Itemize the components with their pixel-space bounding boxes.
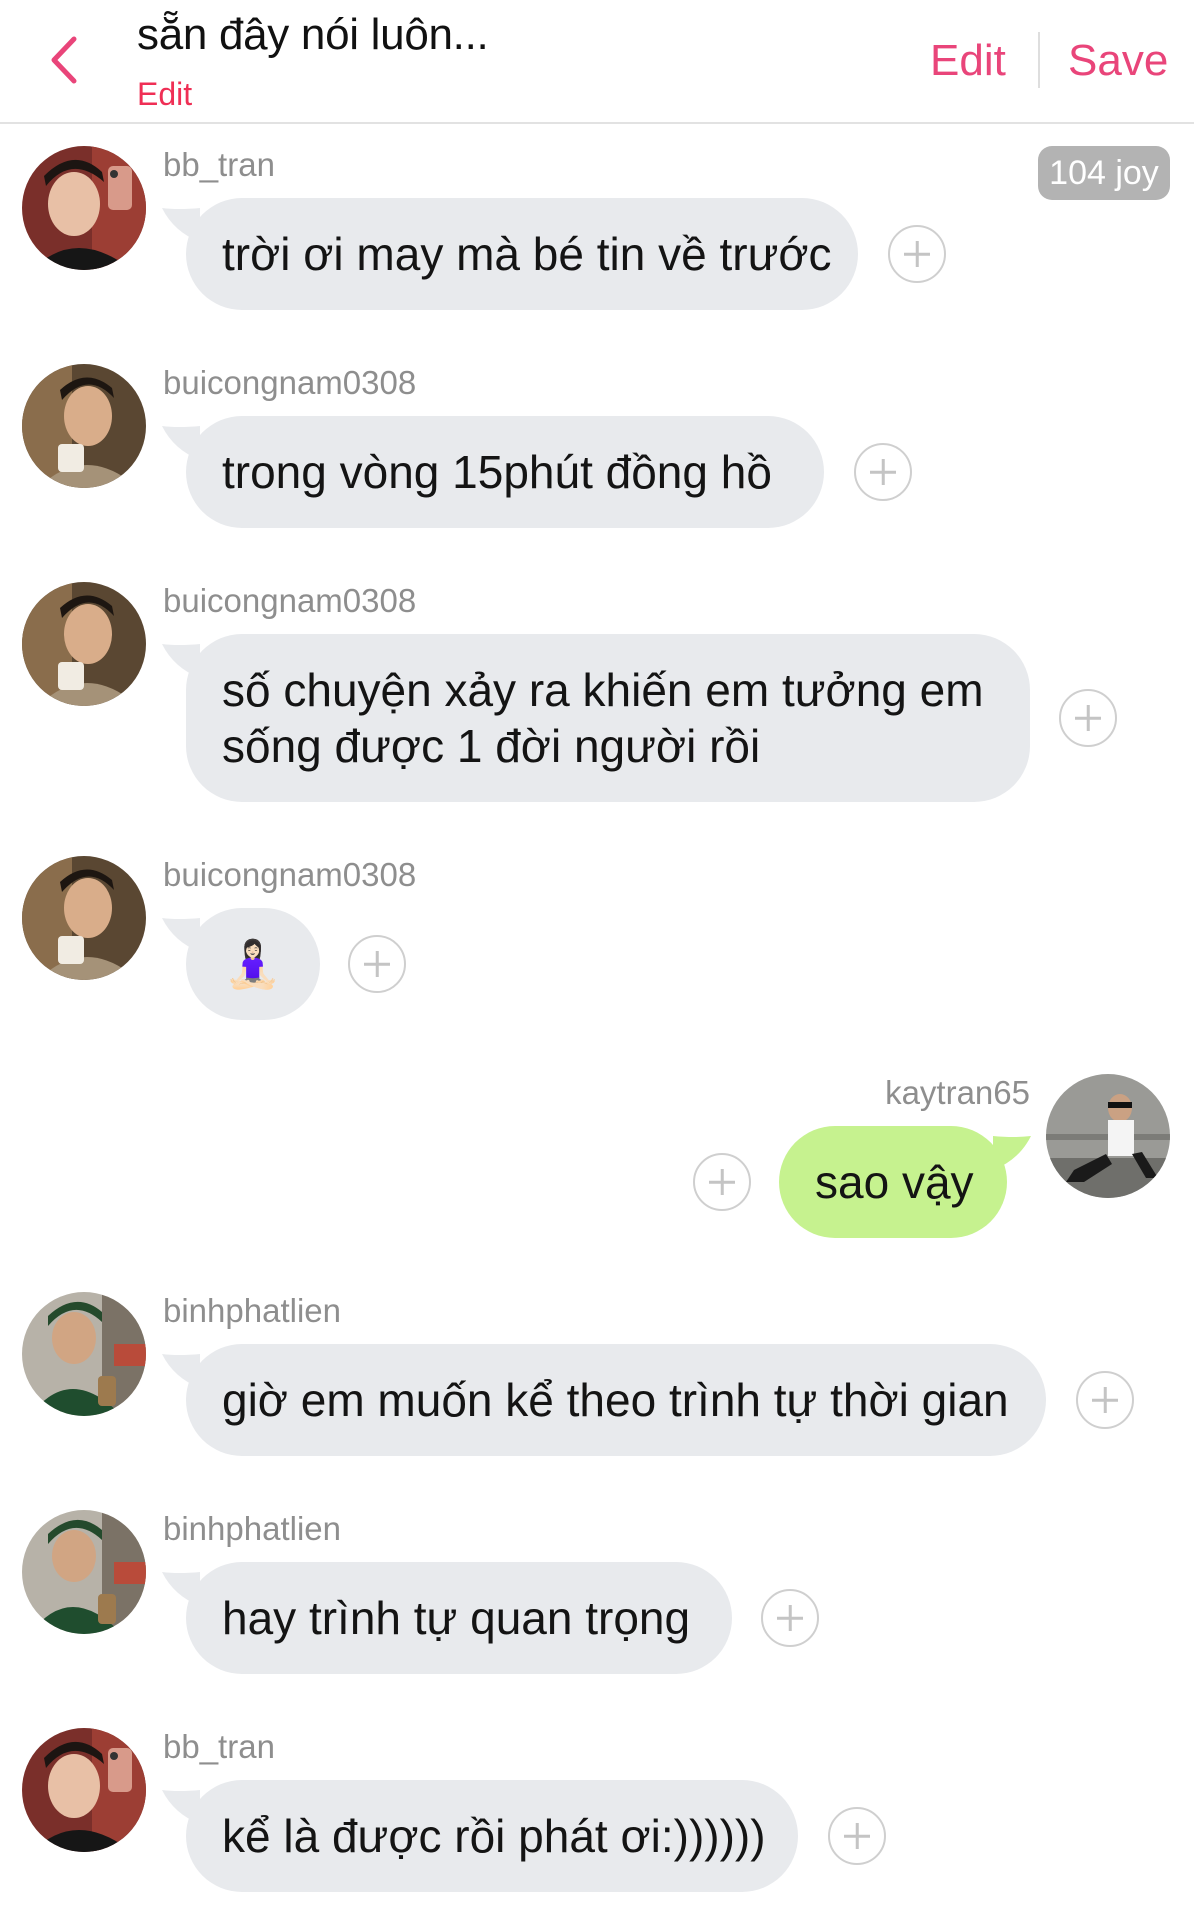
chat-header: sẵn đây nói luôn... Edit Edit Save [0, 0, 1194, 124]
add-reaction-button[interactable] [348, 935, 406, 993]
avatar[interactable] [22, 1728, 146, 1852]
message-bubble[interactable]: 🧘🏻‍♀️ [186, 908, 320, 1020]
message-bubble[interactable]: trong vòng 15phút đồng hồ [186, 416, 824, 528]
message-username: buicongnam0308 [163, 364, 417, 401]
message-username: binhphatlien [163, 1292, 341, 1329]
message-bubble[interactable]: sao vậy [779, 1126, 1007, 1238]
message-bubble[interactable]: giờ em muốn kể theo trình tự thời gian [186, 1344, 1046, 1456]
add-reaction-button[interactable] [693, 1153, 751, 1211]
message-username: buicongnam0308 [163, 856, 417, 893]
edit-button[interactable]: Edit [930, 36, 1006, 86]
avatar[interactable] [22, 856, 146, 980]
save-button[interactable]: Save [1068, 36, 1168, 86]
avatar[interactable] [22, 1510, 146, 1634]
back-button[interactable] [38, 32, 88, 92]
message-username: buicongnam0308 [163, 582, 417, 619]
add-reaction-button[interactable] [854, 443, 912, 501]
add-reaction-button[interactable] [1059, 689, 1117, 747]
add-reaction-button[interactable] [761, 1589, 819, 1647]
message-username: bb_tran [163, 146, 275, 183]
add-reaction-button[interactable] [1076, 1371, 1134, 1429]
message-bubble[interactable]: kể là được rồi phát ơi:)))))) [186, 1780, 798, 1892]
avatar[interactable] [22, 1292, 146, 1416]
message-bubble[interactable]: hay trình tự quan trọng [186, 1562, 732, 1674]
avatar[interactable] [1046, 1074, 1170, 1198]
avatar[interactable] [22, 146, 146, 270]
chevron-left-icon [48, 35, 78, 90]
header-divider [1038, 32, 1040, 88]
add-reaction-button[interactable] [888, 225, 946, 283]
add-reaction-button[interactable] [828, 1807, 886, 1865]
joy-count-badge: 104 joy [1038, 146, 1170, 200]
message-username: binhphatlien [163, 1510, 341, 1547]
message-bubble[interactable]: số chuyện xảy ra khiến em tưởng em sống … [186, 634, 1030, 802]
subtitle-edit-link[interactable]: Edit [137, 76, 192, 113]
message-username: kaytran65 [885, 1074, 1030, 1111]
message-bubble[interactable]: trời ơi may mà bé tin về trước [186, 198, 858, 310]
message-username: bb_tran [163, 1728, 275, 1765]
avatar[interactable] [22, 582, 146, 706]
avatar[interactable] [22, 364, 146, 488]
page-title: sẵn đây nói luôn... [137, 10, 489, 59]
